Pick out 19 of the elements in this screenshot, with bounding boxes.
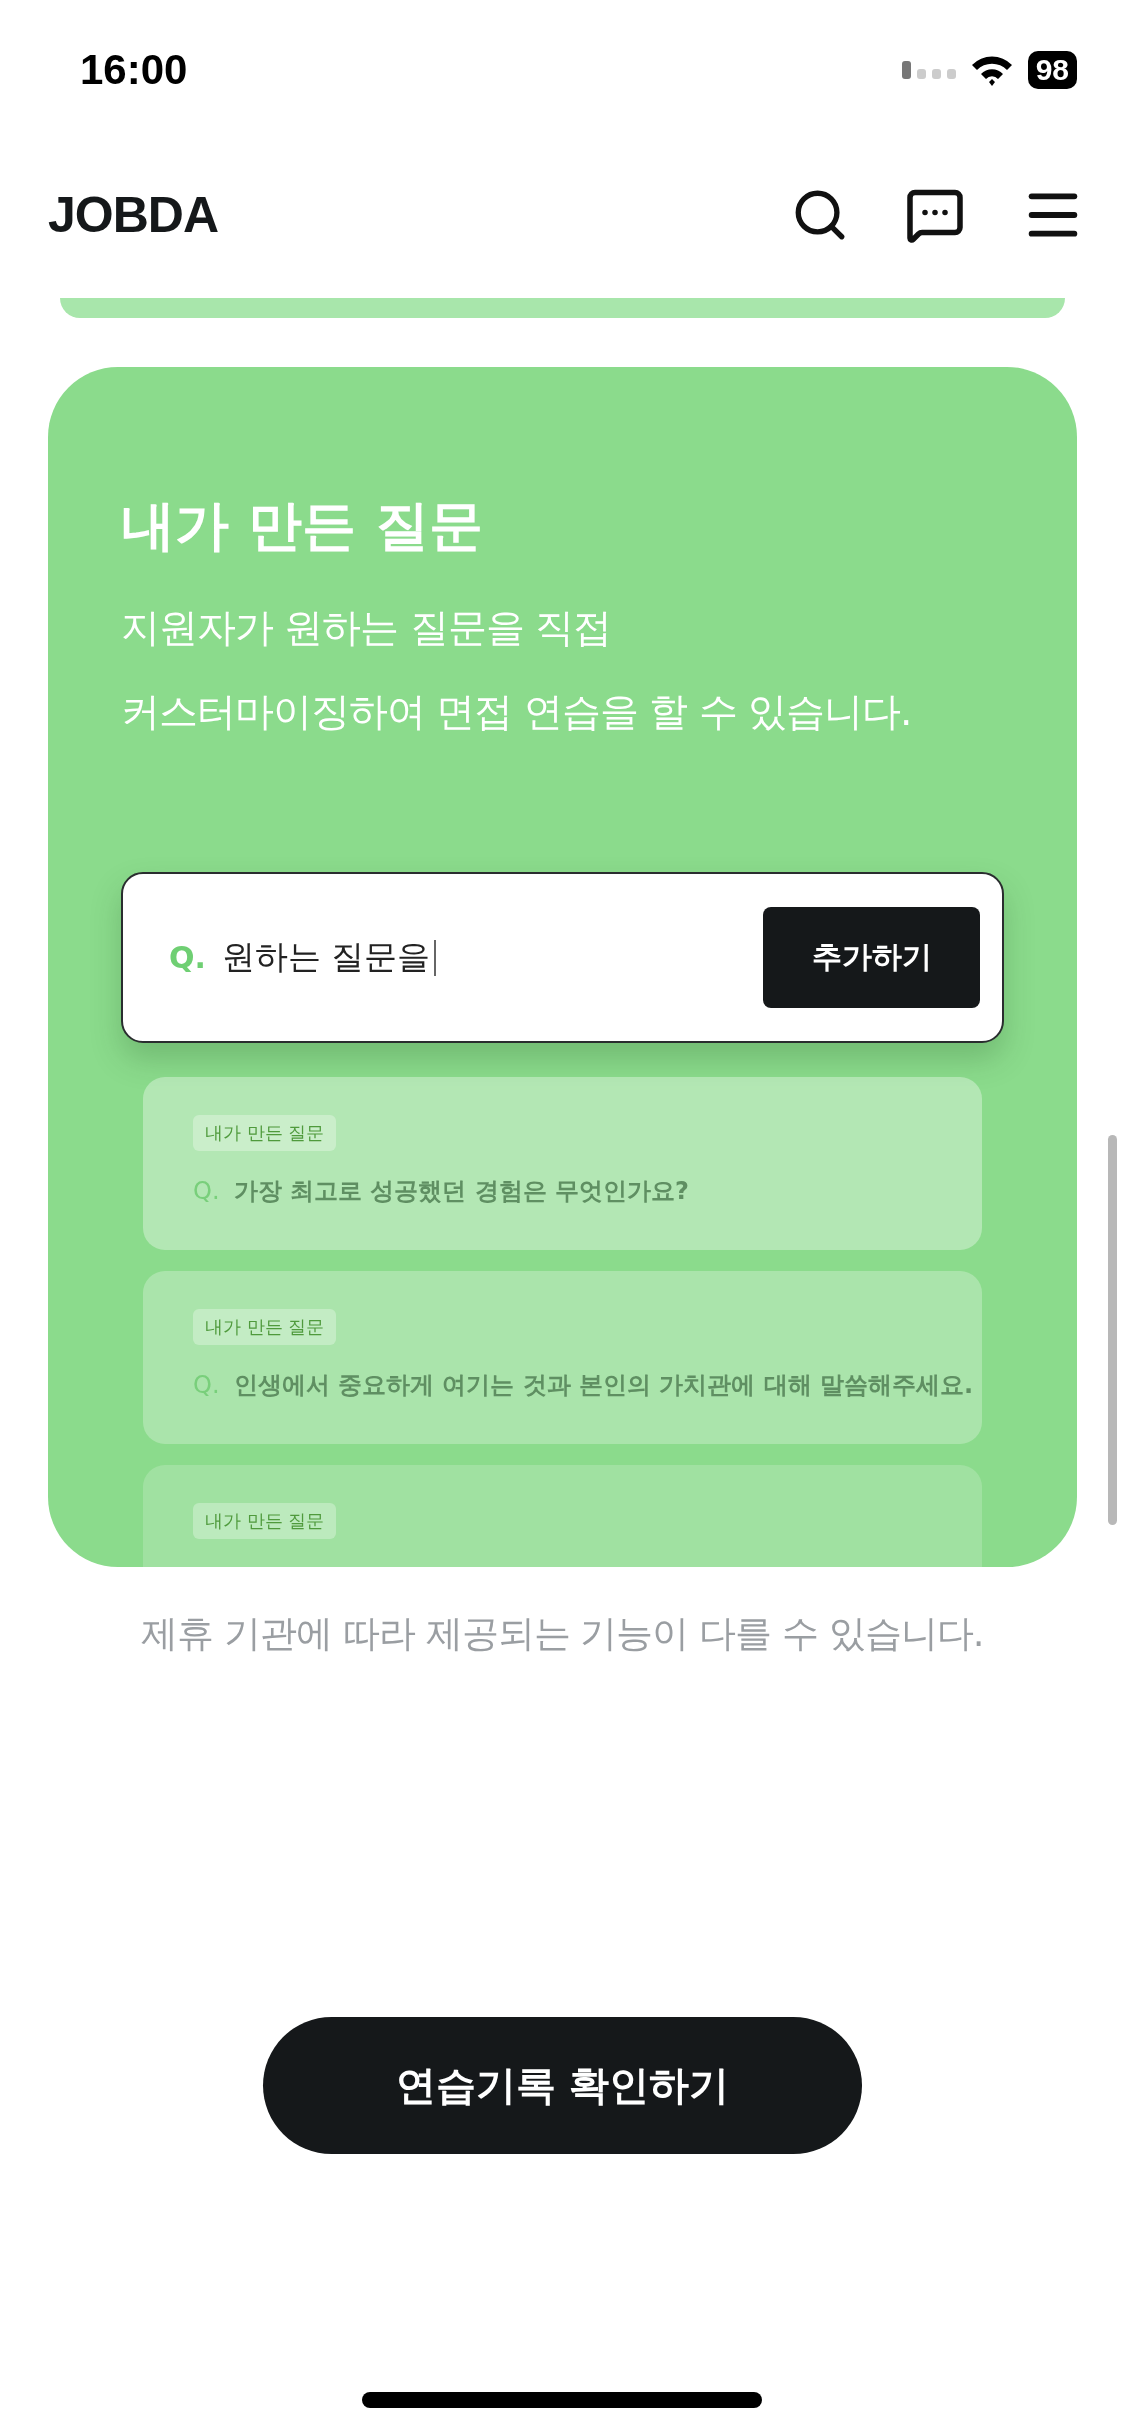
question-text: 가장 최고로 성공했던 경험은 무엇인가요? [233, 1176, 689, 1207]
battery-level: 98 [1027, 51, 1077, 89]
text-cursor [434, 939, 437, 976]
add-button[interactable]: 추가하기 [763, 907, 980, 1008]
question-input-field[interactable]: Q. 원하는 질문을 추가하기 [121, 872, 1004, 1043]
practice-history-button[interactable]: 연습기록 확인하기 [263, 2017, 862, 2154]
disclaimer-text: 제휴 기관에 따라 제공되는 기능이 다를 수 있습니다. [140, 1611, 985, 1657]
signal-icon [901, 61, 956, 79]
card-description: 지원자가 원하는 질문을 직접 커스터마이징하여 면접 연습을 할 수 있습니다. [121, 604, 913, 736]
status-time: 16:00 [80, 46, 188, 94]
question-text: 인생에서 중요하게 여기는 것과 본인의 가치관에 대해 말씀해주세요. [233, 1370, 974, 1401]
input-value: 원하는 질문을 [221, 936, 431, 978]
question-prefix: Q. [193, 1177, 220, 1205]
question-tag: 내가 만든 질문 [193, 1115, 337, 1151]
question-tag: 내가 만든 질문 [193, 1309, 337, 1345]
question-prefix: Q. [169, 940, 206, 975]
card-title: 내가 만든 질문 [121, 493, 484, 558]
logo[interactable]: JOBDA [48, 186, 219, 244]
question-tag: 내가 만든 질문 [193, 1503, 337, 1539]
